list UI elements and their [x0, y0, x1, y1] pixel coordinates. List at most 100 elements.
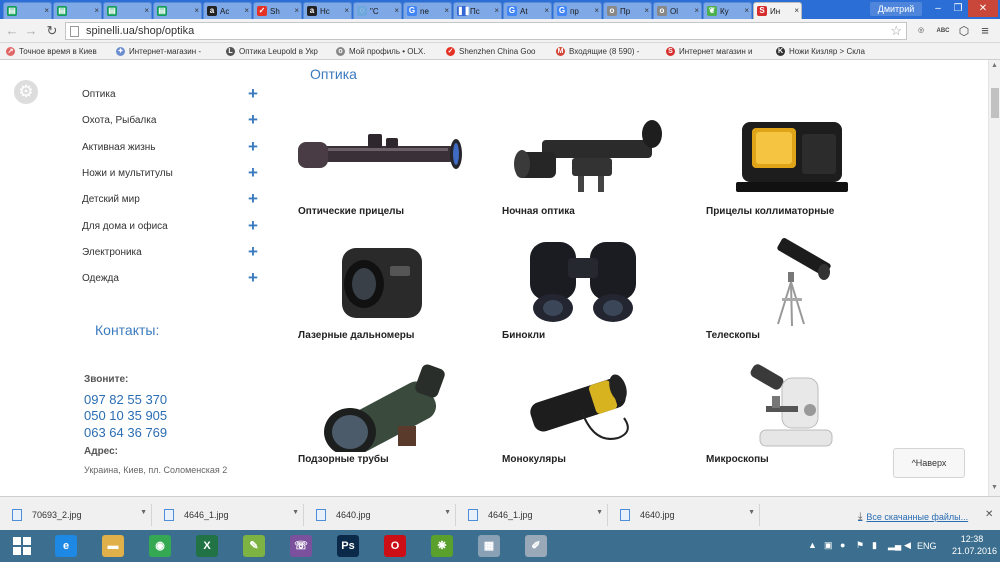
chevron-down-icon[interactable]: ▼ [596, 509, 603, 516]
extension-icon[interactable]: ◎ [913, 23, 929, 39]
expand-plus-icon[interactable]: + [248, 268, 258, 288]
category-menu-item[interactable]: Охота, Рыбалка + [82, 110, 262, 130]
category-menu-item[interactable]: Одежда + [82, 268, 262, 288]
bookmark-star-icon[interactable]: ☆ [890, 23, 902, 39]
phone-link[interactable]: 050 10 35 905 [84, 408, 167, 423]
browser-tab[interactable]: ✓ Sh × [253, 2, 302, 19]
browser-tab[interactable]: ◌ "C × [353, 2, 402, 19]
phone-link[interactable]: 063 64 36 769 [84, 425, 167, 440]
browser-tab[interactable]: ▤ × [53, 2, 102, 19]
browser-tab[interactable]: Gпр × [553, 2, 602, 19]
extension-icon[interactable]: ABC [935, 23, 951, 39]
tab-close-icon[interactable]: × [344, 6, 349, 15]
language-indicator[interactable]: ENG [917, 541, 937, 551]
category-label[interactable]: Бинокли [502, 330, 545, 341]
tray-app-icon[interactable]: ● [840, 540, 845, 550]
minimize-icon[interactable]: – [928, 0, 948, 17]
bookmark-item[interactable]: o Мой профиль • OLX. [336, 45, 442, 58]
back-icon[interactable]: ← [4, 22, 20, 40]
profile-button[interactable]: Дмитрий [870, 2, 922, 16]
taskbar-app-button[interactable]: e [44, 531, 88, 561]
start-button[interactable] [0, 531, 44, 561]
expand-plus-icon[interactable]: + [248, 163, 258, 183]
chevron-down-icon[interactable]: ▼ [140, 509, 147, 516]
forward-icon[interactable]: → [23, 22, 39, 40]
category-label[interactable]: Микроскопы [706, 454, 769, 465]
scrollbar-thumb[interactable] [991, 88, 999, 118]
browser-tab[interactable]: a Ac × [203, 2, 252, 19]
taskbar-app-button[interactable]: ✎ [232, 531, 276, 561]
maximize-icon[interactable]: ❐ [948, 0, 968, 17]
close-window-icon[interactable]: ✕ [968, 0, 998, 17]
tab-close-icon[interactable]: × [144, 6, 149, 15]
tab-close-icon[interactable]: × [44, 6, 49, 15]
browser-tab[interactable]: ▤ × [103, 2, 152, 19]
network-icon[interactable]: ▂▄ [888, 540, 901, 551]
scroll-up-icon[interactable]: ▲ [991, 62, 998, 69]
browser-tab[interactable]: Gne × [403, 2, 452, 19]
category-card[interactable]: Подзорные трубы [298, 360, 498, 482]
tab-close-icon[interactable]: × [444, 6, 449, 15]
category-card[interactable]: Телескопы [706, 236, 906, 358]
expand-plus-icon[interactable]: + [248, 137, 258, 157]
chevron-down-icon[interactable]: ▼ [292, 509, 299, 516]
category-menu-item[interactable]: Для дома и офиса + [82, 216, 262, 235]
scroll-down-icon[interactable]: ▼ [991, 484, 998, 491]
category-card[interactable]: Оптические прицелы [298, 112, 498, 234]
close-downloads-icon[interactable]: ✕ [985, 509, 993, 520]
category-menu-label[interactable]: Охота, Рыбалка [82, 115, 156, 126]
expand-plus-icon[interactable]: + [248, 110, 258, 130]
category-menu-label[interactable]: Ножи и мультитулы [82, 168, 173, 179]
tab-close-icon[interactable]: × [544, 6, 549, 15]
category-menu-label[interactable]: Оптика [82, 89, 116, 100]
category-menu-label[interactable]: Для дома и офиса [82, 221, 168, 232]
category-card[interactable]: Бинокли [502, 236, 702, 358]
download-item[interactable]: 70693_2.jpg ▼ [4, 504, 152, 526]
bookmark-item[interactable]: M Входящие (8 590) - [556, 45, 662, 58]
tab-close-icon[interactable]: × [694, 6, 699, 15]
tab-close-icon[interactable]: × [744, 6, 749, 15]
taskbar-app-button[interactable]: ✐ [514, 531, 558, 561]
download-item[interactable]: 4646_1.jpg ▼ [156, 504, 304, 526]
browser-tab[interactable]: ❦ Ку × [703, 2, 752, 19]
category-label[interactable]: Телескопы [706, 330, 760, 341]
clock[interactable]: 12:38 21.07.2016 [952, 533, 997, 557]
browser-tab[interactable]: a Hc × [303, 2, 352, 19]
category-card[interactable]: Прицелы коллиматорные [706, 112, 906, 234]
category-menu-label[interactable]: Детский мир [82, 194, 140, 205]
flag-icon[interactable]: ⚑ [856, 540, 864, 551]
volume-icon[interactable]: ◀ [904, 540, 911, 551]
taskbar-app-button[interactable]: Ps [326, 531, 370, 561]
tab-close-icon[interactable]: × [294, 6, 299, 15]
category-menu-label[interactable]: Одежда [82, 273, 119, 284]
browser-tab[interactable]: G At × [503, 2, 552, 19]
url-text[interactable]: spinelli.ua/shop/optika [86, 25, 194, 37]
expand-plus-icon[interactable]: + [248, 242, 258, 262]
phone-link[interactable]: 097 82 55 370 [84, 392, 167, 407]
tab-close-icon[interactable]: × [494, 6, 499, 15]
download-item[interactable]: 4640.jpg ▼ [612, 504, 760, 526]
expand-plus-icon[interactable]: + [248, 189, 258, 209]
category-menu-label[interactable]: Активная жизнь [82, 142, 156, 153]
scrollbar[interactable]: ▲ ▼ [988, 60, 1000, 496]
bookmark-item[interactable]: ✓ Shenzhen China Goo [446, 45, 552, 58]
reload-icon[interactable]: ↻ [44, 22, 60, 40]
taskbar-app-button[interactable]: ▦ [467, 531, 511, 561]
category-card[interactable]: Микроскопы [706, 360, 906, 482]
tab-close-icon[interactable]: × [794, 6, 799, 15]
show-all-downloads-link[interactable]: ⤓ Все скачанные файлы... [858, 511, 968, 522]
settings-gear-icon[interactable]: ⚙ [14, 80, 38, 104]
tab-close-icon[interactable]: × [394, 6, 399, 15]
taskbar-app-button[interactable]: ▬ [91, 531, 135, 561]
category-menu-label[interactable]: Электроника [82, 247, 142, 258]
browser-tab[interactable]: ▤ × [153, 2, 202, 19]
chevron-down-icon[interactable]: ▼ [444, 509, 451, 516]
tray-chevron-icon[interactable]: ▲ [808, 540, 817, 550]
menu-icon[interactable]: ≡ [977, 23, 993, 39]
battery-icon[interactable]: ▮ [872, 540, 877, 551]
download-item[interactable]: 4640.jpg ▼ [308, 504, 456, 526]
category-menu-item[interactable]: Ножи и мультитулы + [82, 163, 262, 183]
tray-app-icon[interactable]: ▣ [824, 540, 833, 551]
download-item[interactable]: 4646_1.jpg ▼ [460, 504, 608, 526]
taskbar-app-button[interactable]: ◉ [138, 531, 182, 561]
